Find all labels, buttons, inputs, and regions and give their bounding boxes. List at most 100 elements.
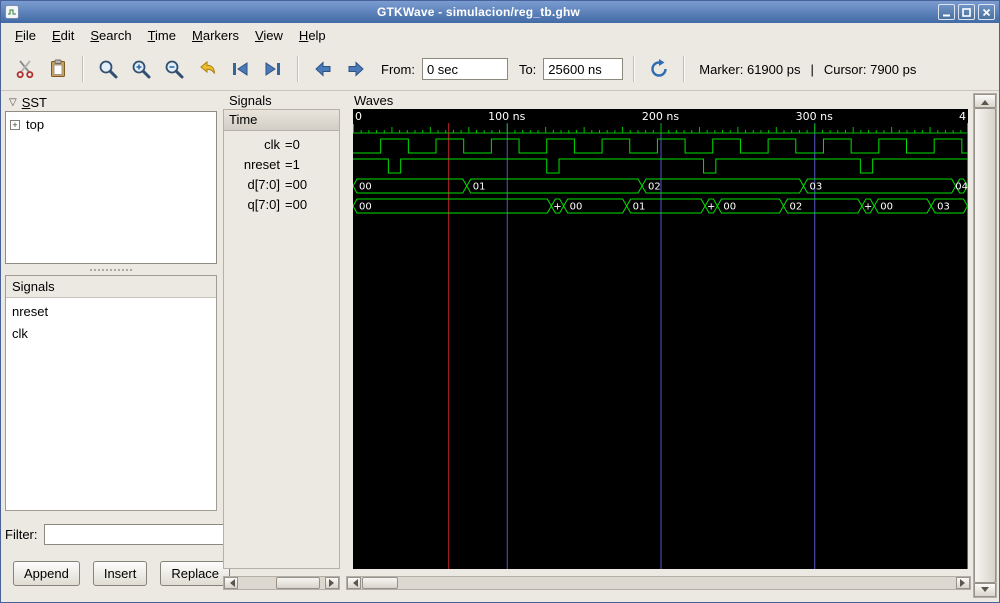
- list-item[interactable]: nreset: [6, 302, 216, 324]
- close-button[interactable]: [978, 4, 995, 20]
- triangle-right-icon: [959, 579, 969, 587]
- menu-time[interactable]: Time: [140, 25, 184, 46]
- magnifier-plus-icon: [132, 60, 151, 79]
- zoom-to-end-button[interactable]: [259, 55, 287, 83]
- signal-row-nreset[interactable]: nreset =1: [224, 154, 339, 174]
- list-item[interactable]: clk: [6, 324, 216, 346]
- triangle-left-icon: [349, 579, 358, 587]
- minimize-button[interactable]: [938, 4, 955, 20]
- to-input[interactable]: [543, 58, 624, 80]
- triangle-left-icon: [226, 579, 235, 587]
- replace-button[interactable]: Replace: [160, 561, 231, 586]
- paste-button[interactable]: [44, 55, 72, 83]
- triangle-up-icon: [981, 96, 989, 105]
- sst-tree[interactable]: + top: [5, 111, 217, 264]
- svg-text:02: 02: [648, 182, 661, 193]
- toolbar-separator: [633, 56, 636, 82]
- toolbar-separator: [683, 56, 686, 82]
- svg-text:+: +: [553, 202, 561, 213]
- signal-value: =0: [285, 136, 300, 152]
- shift-left-button[interactable]: [309, 55, 337, 83]
- scroll-left-button[interactable]: [347, 577, 361, 589]
- pane-grip[interactable]: [5, 264, 217, 275]
- maximize-button[interactable]: [958, 4, 975, 20]
- waves-horizontal-scrollbar[interactable]: [346, 576, 971, 590]
- append-button[interactable]: Append: [13, 561, 80, 586]
- scroll-right-button[interactable]: [956, 577, 970, 589]
- magnifier-minus-icon: [165, 60, 184, 79]
- waveform-display[interactable]: 0 100 ns 200 ns 300 ns 4 00 01 02 03 04 00 +00 01 +00…: [353, 109, 968, 569]
- minimize-icon: [943, 14, 950, 16]
- signal-row-q[interactable]: q[7:0] =00: [224, 194, 339, 214]
- menu-file[interactable]: File: [7, 25, 44, 46]
- tree-node-label[interactable]: top: [26, 117, 44, 132]
- signal-name: q[7:0]: [247, 196, 280, 212]
- signal-name: d[7:0]: [247, 176, 280, 192]
- toolbar-separator: [297, 56, 299, 82]
- cursor-value: Cursor: 7900 ps: [823, 61, 917, 77]
- menu-search[interactable]: Search: [82, 25, 139, 46]
- shift-right-button[interactable]: [342, 55, 370, 83]
- svg-text:300 ns: 300 ns: [796, 110, 833, 123]
- scrollbar-track[interactable]: [974, 108, 996, 583]
- toolbar: From: To: Marker: 61900 ps | Cursor: 790…: [1, 48, 999, 91]
- waveform-canvas[interactable]: 0 100 ns 200 ns 300 ns 400 01 02 03 0400 +00 01 +00…: [353, 109, 968, 569]
- from-input[interactable]: [421, 58, 508, 80]
- zoom-out-button[interactable]: [160, 55, 188, 83]
- menu-view[interactable]: View: [247, 25, 291, 46]
- svg-text:100 ns: 100 ns: [488, 110, 525, 123]
- tree-node-top[interactable]: + top: [10, 117, 212, 132]
- zoom-undo-button[interactable]: [193, 55, 221, 83]
- signal-row-d[interactable]: d[7:0] =00: [224, 174, 339, 194]
- marker-cursor-status: Marker: 61900 ps | Cursor: 7900 ps: [699, 62, 916, 77]
- filter-row: Filter:: [5, 524, 230, 545]
- collapse-triangle-icon[interactable]: ▽: [9, 97, 17, 108]
- menubar: File Edit Search Time Markers View Help: [1, 23, 999, 48]
- scroll-left-button[interactable]: [224, 577, 238, 589]
- zoom-fit-button[interactable]: [94, 55, 122, 83]
- scrollbar-track[interactable]: [361, 577, 956, 589]
- insert-button[interactable]: Insert: [92, 561, 148, 586]
- svg-text:200 ns: 200 ns: [642, 110, 679, 123]
- waves-vertical-scrollbar[interactable]: [973, 93, 997, 598]
- refresh-icon: [651, 59, 667, 77]
- waves-panel-title: Waves: [354, 93, 394, 108]
- menu-markers[interactable]: Markers: [184, 25, 247, 46]
- cut-button[interactable]: [11, 55, 39, 83]
- marker-value: Marker: 61900 ps: [699, 61, 801, 77]
- menu-edit[interactable]: Edit: [44, 25, 82, 46]
- time-header[interactable]: Time: [224, 110, 339, 131]
- filter-input[interactable]: [43, 524, 230, 545]
- zoom-to-start-button[interactable]: [226, 55, 254, 83]
- names-horizontal-scrollbar[interactable]: [223, 576, 340, 590]
- window-title: GTKWave - simulacion/reg_tb.ghw: [376, 5, 581, 19]
- arrow-right-icon: [348, 61, 364, 77]
- scroll-up-button[interactable]: [974, 94, 996, 108]
- reload-button[interactable]: [645, 55, 673, 83]
- svg-text:0: 0: [355, 110, 362, 123]
- scrollbar-thumb[interactable]: [276, 577, 320, 589]
- scrollbar-track[interactable]: [238, 577, 325, 589]
- scrollbar-thumb[interactable]: [974, 108, 996, 583]
- zoom-in-button[interactable]: [127, 55, 155, 83]
- scissors-icon: [16, 60, 34, 79]
- skip-start-icon: [233, 62, 248, 76]
- svg-text:+: +: [707, 202, 715, 213]
- signal-names-panel: Signals Time clk =0 nreset =1 d[7:0] =00…: [223, 93, 340, 590]
- titlebar[interactable]: GTKWave - simulacion/reg_tb.ghw: [1, 1, 999, 23]
- scroll-down-button[interactable]: [974, 583, 996, 597]
- menu-help[interactable]: Help: [291, 25, 334, 46]
- signal-value: =00: [285, 196, 308, 212]
- to-label: To:: [518, 61, 537, 77]
- clipboard-icon: [51, 59, 65, 77]
- scroll-right-button[interactable]: [325, 577, 339, 589]
- arrow-left-icon: [315, 61, 331, 77]
- tree-expander-icon[interactable]: +: [10, 119, 20, 130]
- signal-name-list[interactable]: Time clk =0 nreset =1 d[7:0] =00 q[7:0] …: [223, 109, 340, 569]
- signal-row-clk[interactable]: clk =0: [224, 134, 339, 154]
- sst-signals-list[interactable]: nreset clk: [6, 298, 216, 510]
- gtkwave-window: GTKWave - simulacion/reg_tb.ghw File Edi…: [0, 0, 1000, 603]
- scrollbar-thumb[interactable]: [362, 577, 398, 589]
- from-label: From:: [381, 61, 415, 77]
- sst-header[interactable]: ▽ SST: [5, 93, 217, 111]
